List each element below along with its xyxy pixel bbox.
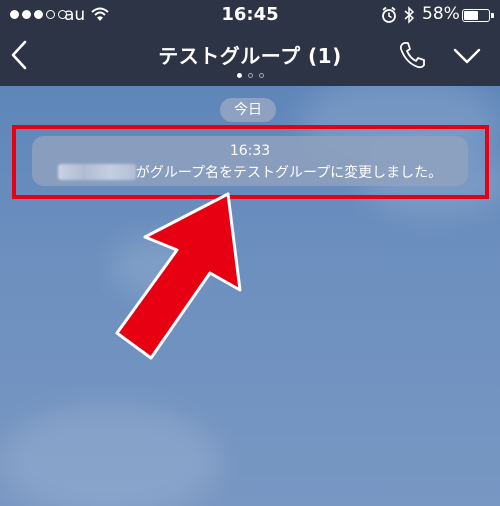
annotation-arrow <box>115 192 242 360</box>
